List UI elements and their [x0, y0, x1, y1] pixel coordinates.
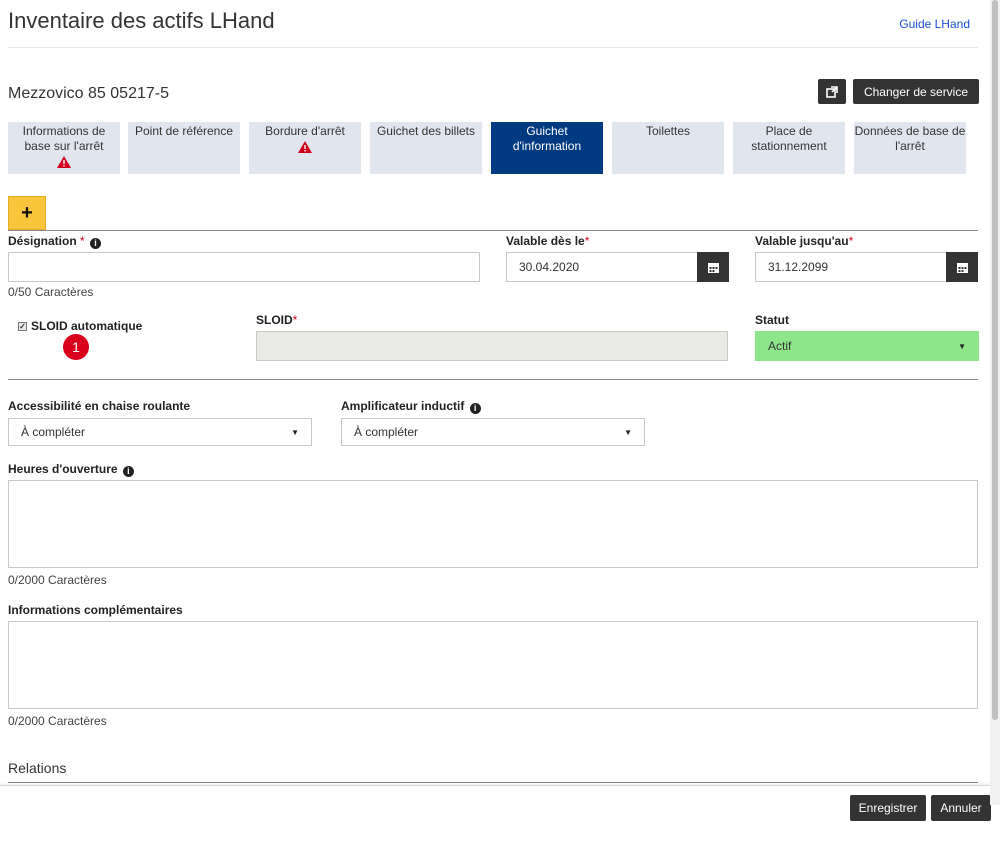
tab-parking[interactable]: Place de stationnement	[733, 122, 845, 174]
warning-triangle-icon	[298, 141, 312, 153]
valid-to-calendar-button[interactable]	[946, 252, 978, 282]
status-select[interactable]: Actif ▼	[755, 331, 979, 361]
relations-title: Relations	[8, 760, 67, 776]
tab-label: Guichet d'information	[512, 124, 582, 153]
external-link-button[interactable]	[818, 79, 846, 104]
induction-select[interactable]: À compléter ▼	[341, 418, 645, 446]
tab-reference-point[interactable]: Point de référence	[128, 122, 240, 174]
tab-label: Point de référence	[134, 124, 234, 138]
tab-label: Place de stationnement	[751, 124, 827, 153]
add-button[interactable]: +	[8, 196, 46, 230]
caret-down-icon: ▼	[624, 427, 632, 437]
wheelchair-label: Accessibilité en chaise roulante	[8, 399, 191, 413]
sloid-auto-checkbox[interactable]: ✓	[18, 321, 27, 331]
tab-stop-master-data[interactable]: Données de base de l'arrêt	[854, 122, 966, 174]
wheelchair-select[interactable]: À compléter ▼	[8, 418, 312, 446]
tab-toilets[interactable]: Toilettes	[612, 122, 724, 174]
induction-label: Amplificateur inductif i	[341, 399, 481, 414]
designation-char-count: 0/50 Caractères	[8, 285, 94, 299]
sloid-label: SLOID*	[256, 313, 298, 327]
tab-information-desk[interactable]: Guichet d'information	[491, 122, 603, 174]
guide-link[interactable]: Guide LHand	[899, 17, 970, 31]
additional-info-char-count: 0/2000 Caractères	[8, 714, 107, 728]
sloid-auto-checkbox-wrap: ✓ SLOID automatique	[18, 319, 142, 333]
cancel-button[interactable]: Annuler	[931, 795, 991, 821]
tab-label: Données de base de l'arrêt	[854, 124, 966, 153]
valid-to-label: Valable jusqu'au*	[755, 234, 854, 248]
calendar-icon	[956, 262, 968, 273]
info-circle-icon: i	[90, 238, 102, 249]
status-label: Statut	[755, 313, 789, 327]
tab-label: Guichet des billets	[376, 124, 476, 138]
valid-to-input[interactable]: 31.12.2099	[755, 252, 947, 282]
tab-ticket-counter[interactable]: Guichet des billets	[370, 122, 482, 174]
valid-from-input[interactable]: 30.04.2020	[506, 252, 698, 282]
status-value: Actif	[768, 339, 792, 353]
change-service-button[interactable]: Changer de service	[853, 79, 979, 104]
page-title: Inventaire des actifs LHand	[8, 8, 275, 33]
opening-hours-textarea[interactable]	[8, 480, 978, 568]
step-marker: 1	[63, 334, 89, 360]
valid-from-label: Valable dès le*	[506, 234, 590, 248]
sloid-input[interactable]	[256, 331, 728, 361]
relations-divider	[8, 782, 978, 783]
opening-hours-char-count: 0/2000 Caractères	[8, 573, 107, 587]
tab-label: Toilettes	[645, 124, 691, 138]
caret-down-icon: ▼	[958, 341, 966, 351]
scrollbar[interactable]	[990, 0, 1000, 805]
tab-bar: Informations de base sur l'arrêt Point d…	[8, 122, 968, 174]
station-name: Mezzovico 85 05217-5	[8, 85, 169, 102]
valid-from-calendar-button[interactable]	[697, 252, 729, 282]
caret-down-icon: ▼	[291, 427, 299, 437]
calendar-icon	[707, 262, 719, 273]
opening-hours-label: Heures d'ouverture i	[8, 462, 134, 477]
info-circle-icon: i	[122, 466, 134, 477]
designation-label: Désignation * i	[8, 234, 102, 249]
warning-triangle-icon	[57, 156, 71, 168]
info-circle-icon: i	[469, 403, 481, 414]
tab-label: Informations de base sur l'arrêt	[22, 124, 106, 153]
header-divider	[8, 47, 978, 48]
designation-input[interactable]	[8, 252, 480, 282]
induction-value: À compléter	[354, 425, 419, 439]
section-divider	[8, 379, 978, 380]
wheelchair-value: À compléter	[21, 425, 86, 439]
sloid-auto-label: SLOID automatique	[31, 319, 143, 333]
additional-info-textarea[interactable]	[8, 621, 978, 709]
tab-label: Bordure d'arrêt	[265, 124, 345, 138]
external-link-icon	[826, 85, 838, 98]
scrollbar-thumb[interactable]	[992, 0, 998, 720]
save-button[interactable]: Enregistrer	[850, 795, 926, 821]
additional-info-label: Informations complémentaires	[8, 603, 183, 617]
form-divider	[8, 230, 978, 231]
tab-platform-edge[interactable]: Bordure d'arrêt	[249, 122, 361, 174]
tab-basic-info[interactable]: Informations de base sur l'arrêt	[8, 122, 120, 174]
